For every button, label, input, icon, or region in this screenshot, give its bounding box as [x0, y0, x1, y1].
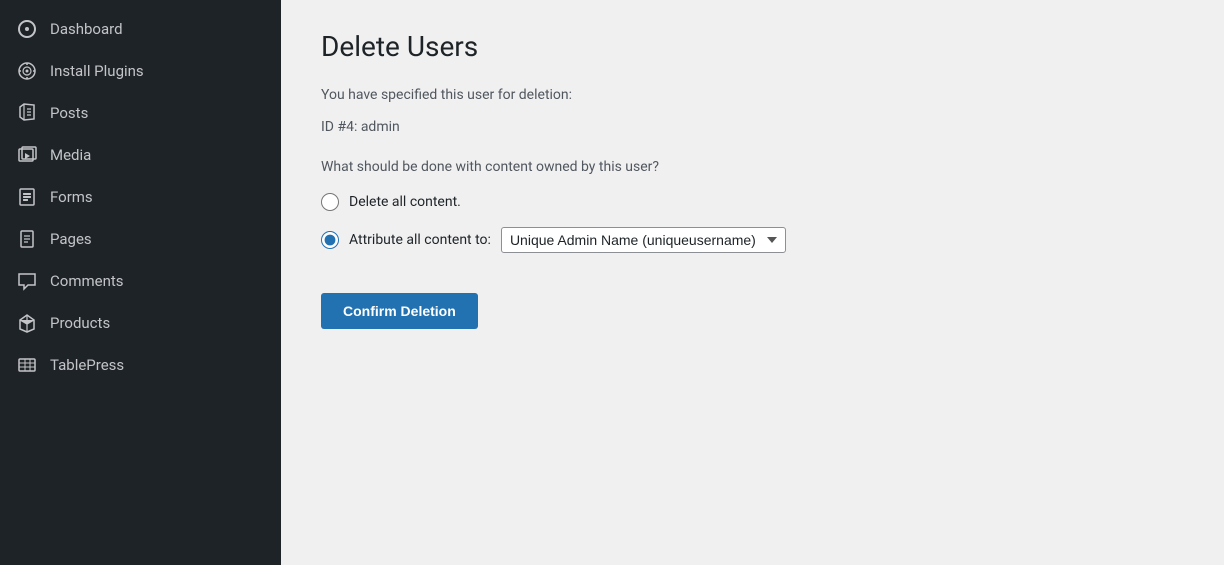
sidebar-item-label: Install Plugins	[50, 62, 144, 80]
tablepress-icon	[16, 354, 38, 376]
sidebar-item-label: Media	[50, 146, 91, 164]
option-attribute-row: Attribute all content to: Unique Admin N…	[321, 227, 1184, 253]
question-text: What should be done with content owned b…	[321, 159, 1184, 175]
attribute-to-radio[interactable]	[321, 231, 339, 249]
comments-icon	[16, 270, 38, 292]
delete-all-label[interactable]: Delete all content.	[349, 194, 461, 210]
sidebar-item-label: Comments	[50, 272, 124, 290]
main-content: Delete Users You have specified this use…	[281, 0, 1224, 565]
sidebar-item-comments[interactable]: Comments	[0, 260, 281, 302]
option-delete-row: Delete all content.	[321, 193, 1184, 211]
media-icon	[16, 144, 38, 166]
sidebar-item-label: Forms	[50, 188, 93, 206]
pages-icon	[16, 228, 38, 250]
install-plugins-icon	[16, 60, 38, 82]
sidebar-item-label: Posts	[50, 104, 88, 122]
sidebar-item-posts[interactable]: Posts	[0, 92, 281, 134]
sidebar-item-tablepress[interactable]: TablePress	[0, 344, 281, 386]
sidebar-item-forms[interactable]: Forms	[0, 176, 281, 218]
delete-all-radio[interactable]	[321, 193, 339, 211]
sidebar-item-media[interactable]: Media	[0, 134, 281, 176]
sidebar-item-label: TablePress	[50, 356, 124, 374]
page-title: Delete Users	[321, 30, 1184, 63]
sidebar-item-label: Products	[50, 314, 110, 332]
confirm-deletion-button[interactable]: Confirm Deletion	[321, 293, 478, 329]
sidebar-item-products[interactable]: Products	[0, 302, 281, 344]
products-icon	[16, 312, 38, 334]
user-id-text: ID #4: admin	[321, 119, 1184, 135]
forms-icon	[16, 186, 38, 208]
sidebar-item-dashboard[interactable]: Dashboard	[0, 8, 281, 50]
subtitle-text: You have specified this user for deletio…	[321, 87, 1184, 103]
sidebar: Dashboard Install Plugins Posts Media Fo…	[0, 0, 281, 565]
sidebar-item-label: Pages	[50, 230, 92, 248]
attribute-to-label[interactable]: Attribute all content to:	[349, 232, 491, 248]
sidebar-item-install-plugins[interactable]: Install Plugins	[0, 50, 281, 92]
sidebar-item-label: Dashboard	[50, 20, 123, 38]
sidebar-item-pages[interactable]: Pages	[0, 218, 281, 260]
dashboard-icon	[16, 18, 38, 40]
attribute-user-select[interactable]: Unique Admin Name (uniqueusername)	[501, 227, 786, 253]
posts-icon	[16, 102, 38, 124]
